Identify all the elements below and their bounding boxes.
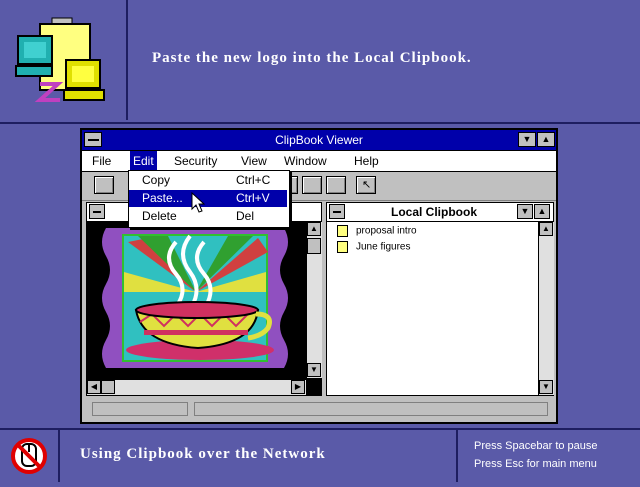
maximize-icon: ▲ [537,206,547,216]
local-system-menu-button[interactable] [329,204,345,219]
child-system-menu-icon [93,211,101,213]
local-minimize-button[interactable]: ▼ [517,204,533,219]
logo-image [88,222,304,378]
window-title: ClipBook Viewer [275,133,363,147]
network-computers-icon [0,0,128,120]
clipboard-child-window: ▲ ▼ ◀ ▶ [86,202,322,396]
status-panel-left [92,402,188,416]
scroll-up-button[interactable]: ▲ [307,222,321,236]
edit-dropdown-menu: Copy Ctrl+C Paste... Ctrl+V Delete Del [128,170,290,228]
scroll-thumb[interactable] [307,238,321,254]
scroll-down-button[interactable]: ▼ [307,363,321,377]
child-system-menu-button[interactable] [89,204,105,219]
status-bar [86,400,552,418]
title-bar[interactable]: ClipBook Viewer ▼ ▲ [82,130,556,151]
menu-item-delete[interactable]: Delete Del [129,208,287,225]
connect-button[interactable] [94,176,114,194]
menu-item-copy[interactable]: Copy Ctrl+C [129,172,287,189]
thumbnails-button[interactable] [302,176,322,194]
help-escape: Press Esc for main menu [474,458,597,470]
local-clipbook-title-bar[interactable]: Local Clipbook ▼ ▲ [327,203,553,222]
h-scroll-thumb[interactable] [101,380,115,394]
lesson-title: Using Clipbook over the Network [80,446,326,462]
clipboard-horizontal-scrollbar[interactable]: ◀ ▶ [87,379,306,395]
scroll-down-button[interactable]: ▼ [539,380,553,394]
minimize-icon: ▼ [520,206,530,216]
status-panel-right [194,402,548,416]
no-mouse-icon [0,430,60,482]
minimize-icon: ▼ [522,134,532,144]
menu-view[interactable]: View [241,154,267,168]
local-system-menu-icon [333,211,341,213]
local-maximize-button[interactable]: ▲ [534,204,550,219]
instruction-text: Paste the new logo into the Local Clipbo… [152,50,472,66]
menu-window[interactable]: Window [284,154,327,168]
footer-bar: Using Clipbook over the Network Press Sp… [0,428,640,482]
clipboard-vertical-scrollbar[interactable]: ▲ ▼ [306,222,322,378]
local-vertical-scrollbar[interactable]: ▲ ▼ [538,222,554,395]
mouse-cursor-icon [191,191,206,219]
maximize-icon: ▲ [541,134,551,144]
clipbook-page-icon [337,225,348,237]
menu-edit[interactable]: Edit [130,151,157,171]
scroll-up-button[interactable]: ▲ [539,222,553,236]
list-item[interactable]: June figures [337,241,410,253]
minimize-button[interactable]: ▼ [518,132,536,147]
scroll-right-button[interactable]: ▶ [291,380,305,394]
local-clipbook-window: Local Clipbook ▼ ▲ proposal intro June f… [326,202,554,396]
list-item[interactable]: proposal intro [337,225,417,237]
top-banner: Paste the new logo into the Local Clipbo… [0,0,640,124]
scroll-left-button[interactable]: ◀ [87,380,101,394]
menu-security[interactable]: Security [174,154,217,168]
menu-help[interactable]: Help [354,154,379,168]
help-pause: Press Spacebar to pause [474,440,598,452]
help-box: Press Spacebar to pause Press Esc for ma… [456,430,640,482]
local-clipbook-title: Local Clipbook [390,205,477,219]
menu-item-paste[interactable]: Paste... Ctrl+V [129,190,287,207]
menu-bar: File Edit Security View Window Help [82,151,556,172]
pointer-icon: ↖ [362,179,372,191]
help-pointer-button[interactable]: ↖ [356,176,376,194]
clipbook-page-icon [337,241,348,253]
maximize-button[interactable]: ▲ [537,132,555,147]
full-page-button[interactable] [326,176,346,194]
menu-file[interactable]: File [92,154,111,168]
